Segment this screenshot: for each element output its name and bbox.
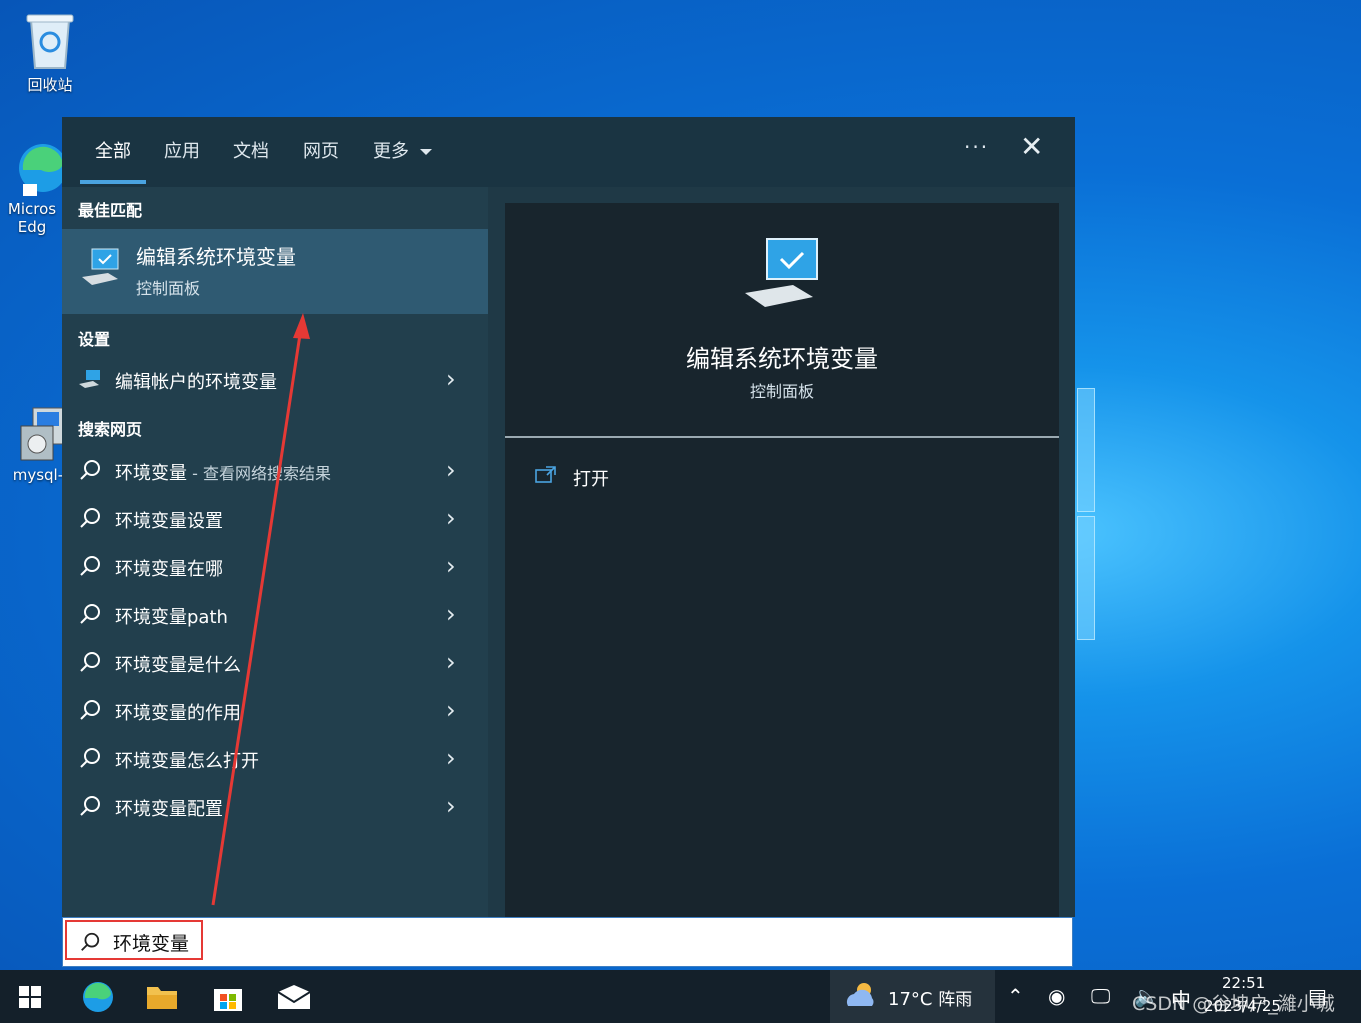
weather-temp: 17°C xyxy=(888,989,933,1010)
search-icon xyxy=(80,604,100,624)
open-action-label: 打开 xyxy=(573,469,609,490)
store-bag-icon xyxy=(214,988,242,1011)
best-match-subtitle: 控制面板 xyxy=(136,279,201,298)
wallpaper-logo-pane xyxy=(1077,388,1095,512)
preview-divider xyxy=(505,436,1059,438)
installer-package-icon xyxy=(20,407,64,461)
weather-widget[interactable]: 17°C 阵雨 xyxy=(830,970,995,1023)
search-icon xyxy=(80,652,100,672)
search-input[interactable] xyxy=(113,928,1013,956)
web-item-label: 环境变量是什么 xyxy=(115,655,241,676)
caret-down-icon xyxy=(419,149,432,155)
web-item[interactable]: 环境变量设置 › xyxy=(62,498,488,542)
search-tab-bar: 全部 应用 文档 网页 更多 ··· ✕ xyxy=(62,117,1075,187)
web-item-label: 环境变量怎么打开 xyxy=(115,751,259,772)
web-item-label: 环境变量在哪 xyxy=(115,559,223,580)
wallpaper-logo-pane xyxy=(1077,516,1095,640)
monitor-check-icon xyxy=(82,248,119,285)
web-item[interactable]: 环境变量是什么 › xyxy=(62,642,488,686)
web-item[interactable]: 环境变量 - 查看网络搜索结果 › xyxy=(62,450,488,494)
chevron-right-icon: › xyxy=(446,456,456,484)
more-options-button[interactable]: ··· xyxy=(964,135,989,159)
chevron-right-icon: › xyxy=(446,552,456,580)
folder-icon xyxy=(147,986,177,1009)
tab-web[interactable]: 网页 xyxy=(303,137,339,163)
start-button[interactable] xyxy=(0,970,60,1023)
desktop-icon-label: mysql-i xyxy=(12,466,68,484)
web-item-label: 环境变量配置 xyxy=(115,799,223,820)
search-icon xyxy=(80,508,100,528)
chevron-right-icon: › xyxy=(446,696,456,724)
preview-title: 编辑系统环境变量 xyxy=(686,345,878,373)
mail-envelope-icon xyxy=(277,984,311,1009)
search-panel: 全部 应用 文档 网页 更多 ··· ✕ 最佳匹配 编辑系统环境变量 控制面板 … xyxy=(62,117,1075,917)
web-item-suffix: - 查看网络搜索结果 xyxy=(187,464,331,483)
taskbar-edge[interactable] xyxy=(66,970,130,1023)
search-icon xyxy=(80,556,100,576)
settings-item-label: 编辑帐户的环境变量 xyxy=(115,372,277,393)
settings-monitor-icon xyxy=(79,370,100,388)
chevron-right-icon: › xyxy=(446,365,456,393)
web-item-label: 环境变量设置 xyxy=(115,511,223,532)
rain-cloud-icon xyxy=(846,983,874,1006)
monitor-check-large-icon xyxy=(745,238,818,307)
web-item[interactable]: 环境变量怎么打开 › xyxy=(62,738,488,782)
search-icon xyxy=(80,796,100,816)
web-search-header: 搜索网页 xyxy=(78,420,143,439)
tab-more-label: 更多 xyxy=(373,141,409,162)
preview-pane: 编辑系统环境变量 控制面板 打开 xyxy=(505,203,1059,917)
search-icon xyxy=(80,748,100,768)
preview-subtitle: 控制面板 xyxy=(749,382,814,401)
network-icon[interactable]: 🖵 xyxy=(1091,984,1110,1008)
tab-more[interactable]: 更多 xyxy=(373,137,433,163)
edge-browser-icon xyxy=(83,981,113,1012)
best-match-title: 编辑系统环境变量 xyxy=(136,245,296,269)
recycle-bin-icon xyxy=(26,14,74,69)
best-match-item[interactable]: 编辑系统环境变量 控制面板 xyxy=(62,229,488,314)
tab-apps[interactable]: 应用 xyxy=(164,137,200,163)
settings-header: 设置 xyxy=(78,330,111,349)
weather-text: 17°C 阵雨 xyxy=(888,985,972,1010)
chevron-right-icon: › xyxy=(446,648,456,676)
web-item-text: 环境变量 - 查看网络搜索结果 xyxy=(115,459,331,485)
web-item-label: 环境变量path xyxy=(115,607,228,628)
search-icon xyxy=(80,460,100,480)
desktop-icon-label: 回收站 xyxy=(27,76,73,94)
web-item[interactable]: 环境变量path › xyxy=(62,594,488,638)
edge-browser-icon xyxy=(19,144,67,196)
best-match-header: 最佳匹配 xyxy=(78,201,143,220)
settings-item-edit-account-env[interactable]: 编辑帐户的环境变量 › xyxy=(62,359,488,403)
taskbar-file-explorer[interactable] xyxy=(130,970,194,1023)
web-item-label: 环境变量的作用 xyxy=(115,703,241,724)
active-tab-indicator xyxy=(80,180,146,184)
desktop-icon-label: Micros Edg xyxy=(7,200,57,236)
open-icon xyxy=(535,466,556,483)
close-button[interactable]: ✕ xyxy=(1020,133,1043,161)
web-item[interactable]: 环境变量在哪 › xyxy=(62,546,488,590)
web-item-label: 环境变量 xyxy=(115,463,187,484)
taskbar-mail[interactable] xyxy=(262,970,326,1023)
web-item[interactable]: 环境变量的作用 › xyxy=(62,690,488,734)
search-icon xyxy=(81,932,100,951)
web-item[interactable]: 环境变量配置 › xyxy=(62,786,488,830)
tab-all[interactable]: 全部 xyxy=(95,137,131,163)
results-list: 最佳匹配 编辑系统环境变量 控制面板 设置 编辑帐户的环境变量 › 搜索网页 环… xyxy=(62,187,488,917)
windows-logo-icon xyxy=(19,985,41,1008)
record-icon[interactable]: ◉ xyxy=(1048,984,1065,1008)
search-box xyxy=(62,917,1073,967)
desktop-icon-recycle-bin[interactable]: 回收站 xyxy=(12,10,88,95)
show-hidden-icons-chevron-icon[interactable]: ⌃ xyxy=(1007,984,1024,1008)
chevron-right-icon: › xyxy=(446,744,456,772)
chevron-right-icon: › xyxy=(446,600,456,628)
csdn-watermark: CSDN @谷坤户_濰小城 xyxy=(1132,993,1335,1015)
search-icon xyxy=(80,700,100,720)
taskbar-store[interactable] xyxy=(196,970,260,1023)
chevron-right-icon: › xyxy=(446,792,456,820)
weather-condition: 阵雨 xyxy=(938,990,973,1010)
tab-documents[interactable]: 文档 xyxy=(233,137,269,163)
chevron-right-icon: › xyxy=(446,504,456,532)
